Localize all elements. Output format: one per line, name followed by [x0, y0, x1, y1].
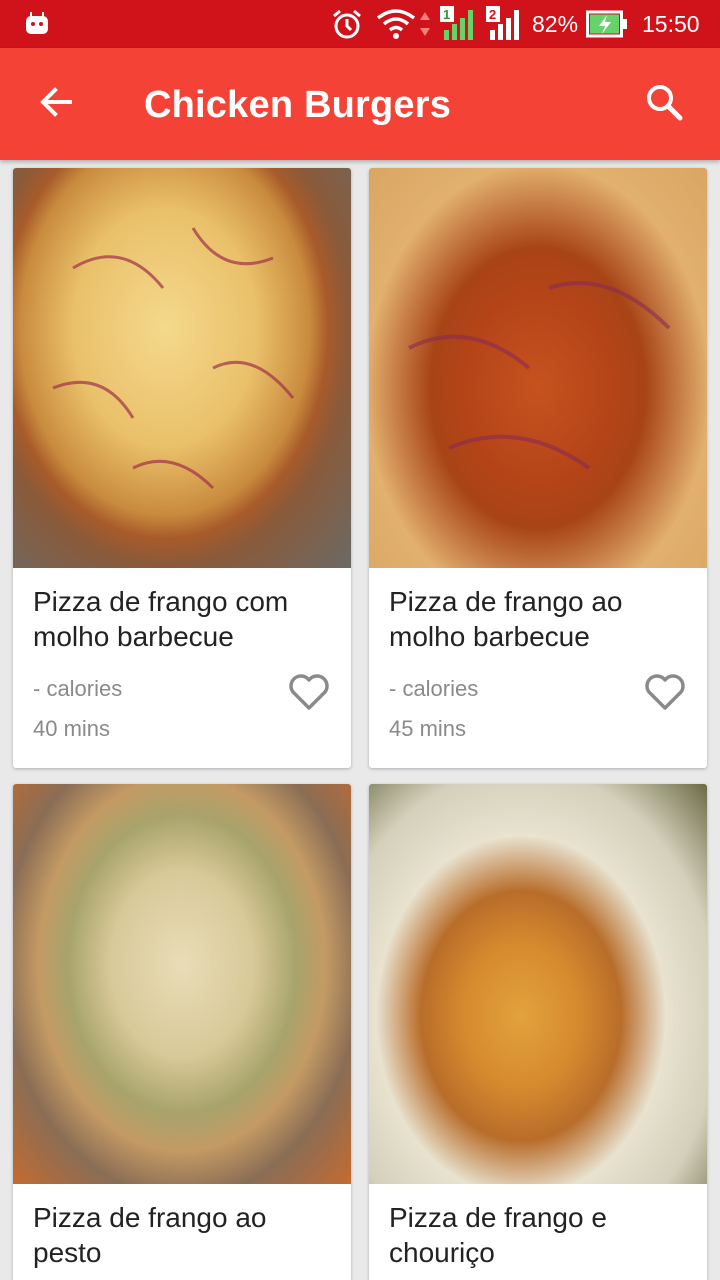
recipe-card[interactable]: Pizza de frango com molho barbecue - cal… — [13, 168, 351, 768]
status-bar: 1 2 82% 15:50 — [0, 0, 720, 48]
recipe-photo — [13, 168, 351, 568]
battery-percent: 82% — [532, 11, 579, 37]
sim1-signal-icon: 1 — [440, 6, 478, 47]
search-button[interactable] — [632, 78, 696, 130]
favorite-button[interactable] — [641, 670, 689, 718]
recipe-card[interactable]: Pizza de frango ao pesto — [13, 784, 351, 1280]
recipe-photo — [369, 168, 707, 568]
recipe-card[interactable]: Pizza de frango e chouriço — [369, 784, 707, 1280]
app-bar: Chicken Burgers — [0, 48, 720, 160]
data-arrows-icon — [418, 10, 432, 43]
svg-text:1: 1 — [443, 7, 450, 22]
recipe-name: Pizza de frango com molho barbecue — [33, 586, 289, 652]
recipe-time: 45 mins — [389, 716, 467, 741]
arrow-back-icon — [38, 84, 74, 125]
recipe-calories: - calories — [33, 676, 123, 701]
clock: 15:50 — [642, 11, 700, 37]
recipe-time: 40 mins — [33, 716, 111, 741]
recipe-calories: - calories — [389, 676, 479, 701]
sim2-signal-icon: 2 — [486, 6, 524, 47]
heart-outline-icon — [644, 673, 686, 716]
back-button[interactable] — [24, 80, 88, 128]
recipe-name: Pizza de frango e chouriço — [389, 1202, 607, 1268]
recipe-name: Pizza de frango ao pesto — [33, 1202, 267, 1268]
search-icon — [645, 83, 683, 126]
alarm-icon — [330, 8, 364, 47]
svg-text:2: 2 — [489, 7, 496, 22]
battery-charging-icon — [586, 10, 628, 43]
recipe-card[interactable]: Pizza de frango ao molho barbecue - calo… — [369, 168, 707, 768]
wifi-icon — [376, 8, 416, 45]
recipe-name: Pizza de frango ao molho barbecue — [389, 586, 623, 652]
favorite-button[interactable] — [285, 670, 333, 718]
heart-outline-icon — [288, 673, 330, 716]
recipe-photo — [13, 784, 351, 1184]
android-icon — [24, 10, 50, 41]
page-title: Chicken Burgers — [144, 84, 452, 126]
recipe-photo — [369, 784, 707, 1184]
